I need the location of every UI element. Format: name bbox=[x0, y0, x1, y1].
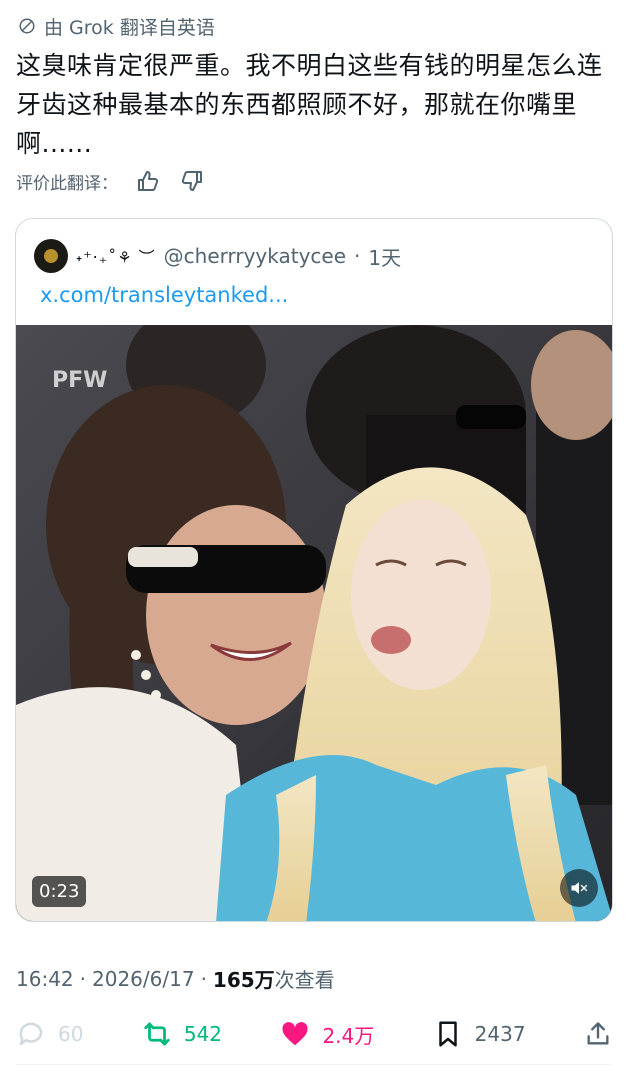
avatar[interactable] bbox=[34, 239, 68, 273]
retweet-icon bbox=[144, 1022, 170, 1046]
quoted-handle[interactable]: @cherrryykatycee bbox=[164, 244, 346, 268]
like-button[interactable]: 2.4万 bbox=[280, 1019, 374, 1049]
video-watermark: PFW bbox=[52, 368, 107, 393]
separator-dot: · bbox=[200, 966, 207, 991]
quoted-display-name[interactable]: ˖⁺‧₊˚⚘ ︶ bbox=[76, 244, 156, 268]
translation-source-label: 由 Grok 翻译自英语 bbox=[44, 16, 215, 39]
reply-button[interactable]: 60 bbox=[16, 1019, 83, 1049]
share-button[interactable] bbox=[584, 1020, 612, 1048]
quoted-tweet-header: ˖⁺‧₊˚⚘ ︶ @cherrryykatycee · 1天 bbox=[34, 239, 401, 273]
bookmark-count: 2437 bbox=[474, 1022, 526, 1046]
translate-icon bbox=[19, 18, 35, 34]
tweet-time: 16:42 bbox=[16, 966, 74, 991]
separator-dot: · bbox=[79, 966, 86, 991]
thumbs-down-icon[interactable] bbox=[180, 169, 204, 193]
rate-translation-row: 评价此翻译： bbox=[16, 166, 204, 196]
action-bar: 60 542 2.4万 2437 bbox=[16, 1014, 612, 1054]
tweet-text: 这臭味肯定很严重。我不明白这些有钱的明星怎么连牙齿这种最基本的东西都照顾不好，那… bbox=[16, 51, 603, 158]
bookmark-button[interactable]: 2437 bbox=[433, 1019, 526, 1049]
share-icon bbox=[587, 1022, 609, 1045]
quoted-link[interactable]: x.com/transleytanked... bbox=[40, 283, 288, 307]
reply-icon bbox=[19, 1022, 43, 1046]
retweet-count: 542 bbox=[183, 1022, 223, 1046]
bookmark-icon bbox=[438, 1021, 457, 1047]
view-count-label: 次查看 bbox=[274, 968, 335, 992]
video-player[interactable]: PFW 0:23 bbox=[16, 325, 612, 921]
video-frame: PFW bbox=[16, 325, 612, 921]
mute-icon bbox=[571, 882, 588, 894]
retweet-button[interactable]: 542 bbox=[142, 1019, 222, 1049]
translation-header: 由 Grok 翻译自英语 bbox=[18, 12, 215, 40]
video-duration: 0:23 bbox=[32, 876, 87, 907]
thumbs-up-icon[interactable] bbox=[136, 169, 160, 193]
separator-dot: · bbox=[354, 244, 361, 268]
tweet-meta: 16:42 · 2026/6/17 · 165万 次查看 bbox=[16, 964, 335, 993]
heart-icon bbox=[282, 1022, 308, 1046]
like-count: 2.4万 bbox=[322, 1023, 375, 1048]
mute-button[interactable] bbox=[560, 869, 598, 907]
divider bbox=[16, 1064, 612, 1065]
quoted-time: 1天 bbox=[368, 245, 402, 270]
rate-translation-label: 评价此翻译： bbox=[16, 173, 118, 194]
reply-count: 60 bbox=[58, 1022, 84, 1046]
quoted-tweet-card[interactable]: ˖⁺‧₊˚⚘ ︶ @cherrryykatycee · 1天 x.com/tra… bbox=[15, 218, 613, 922]
view-count: 165万 bbox=[212, 968, 275, 992]
tweet-date[interactable]: 2026/6/17 bbox=[92, 967, 195, 991]
